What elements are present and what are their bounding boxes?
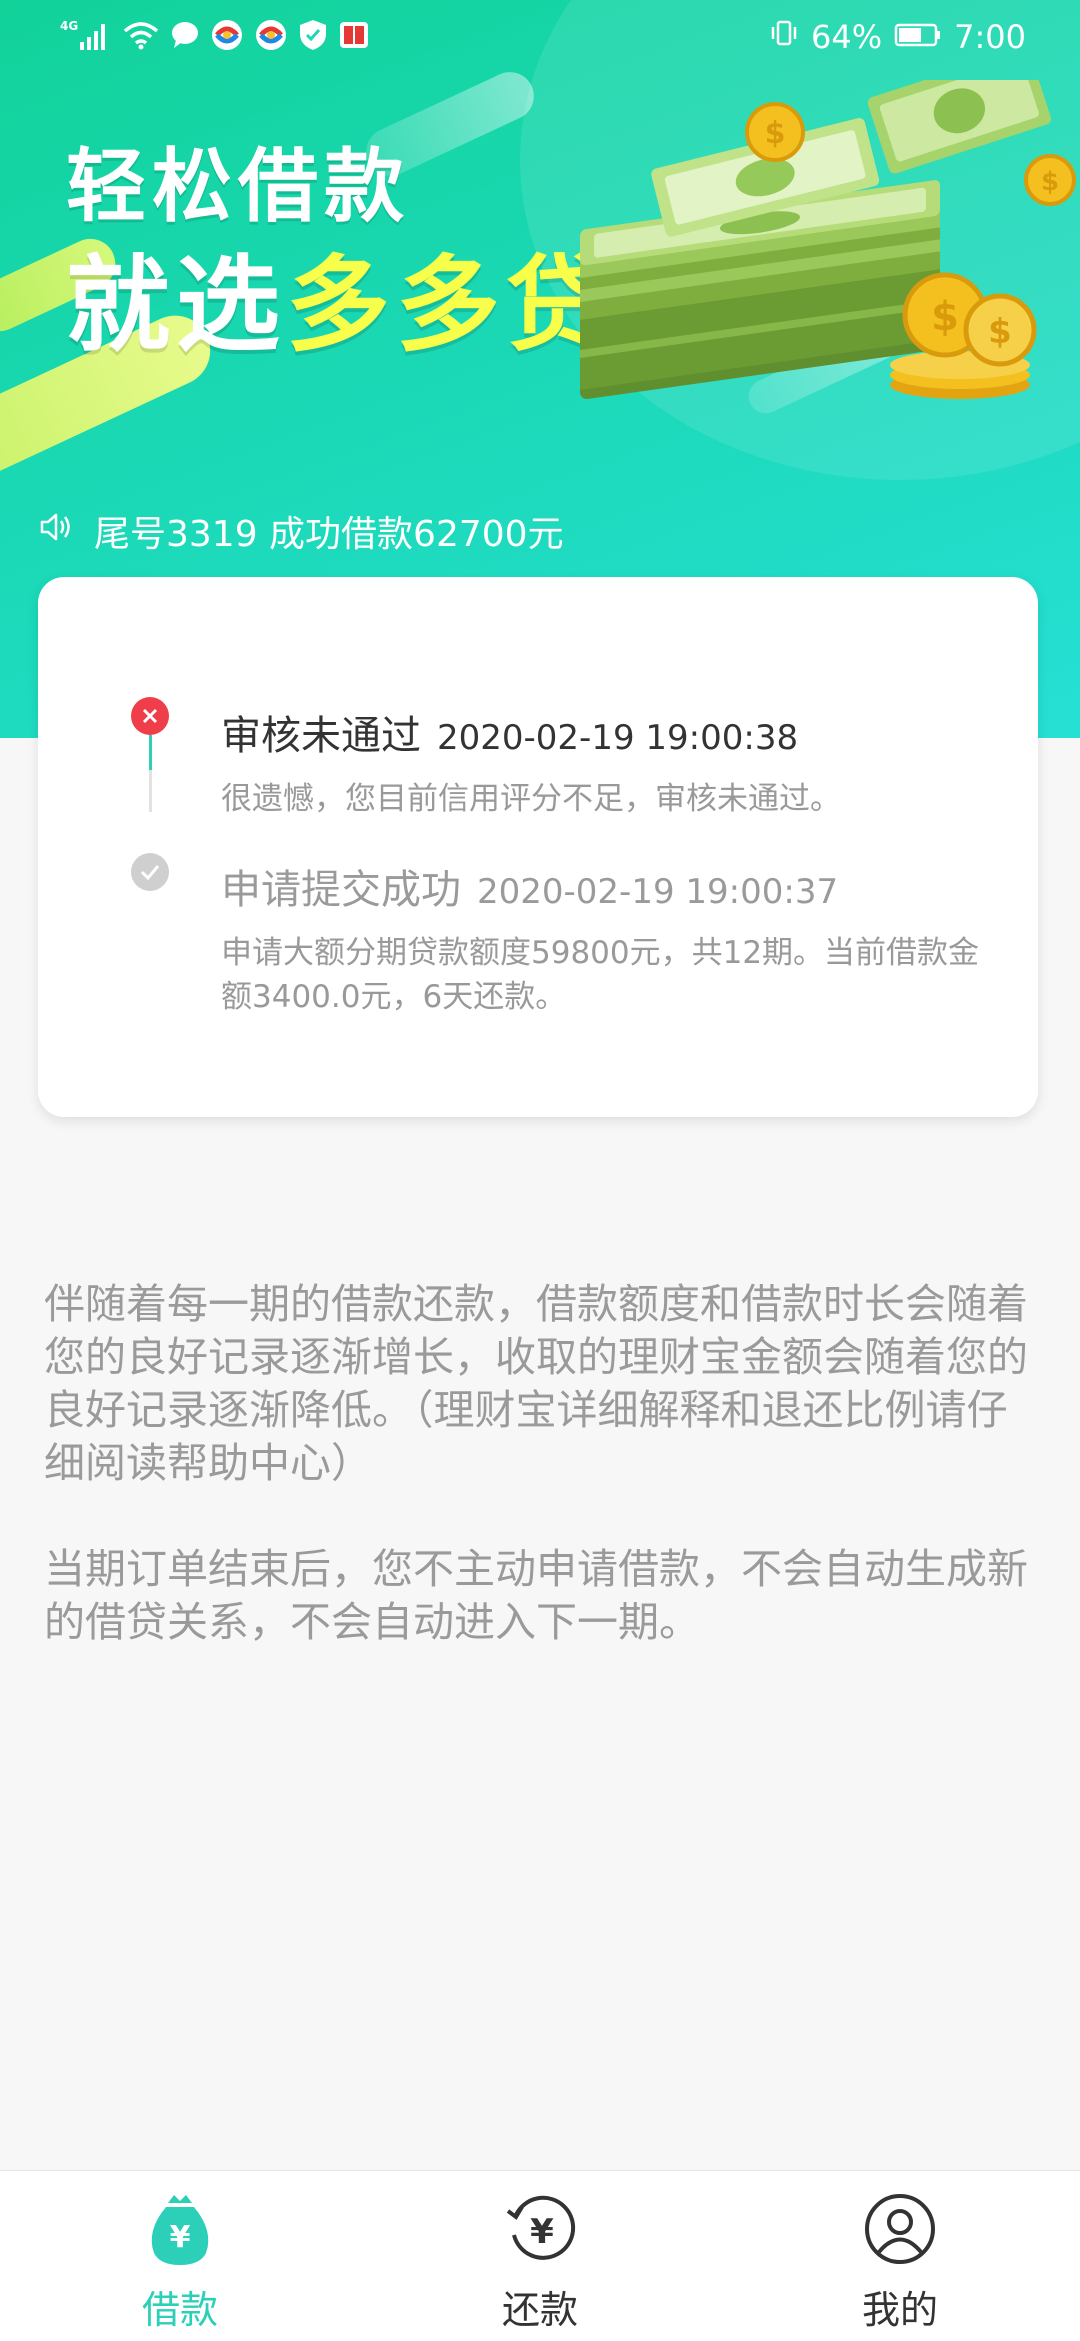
timeline-connector — [149, 770, 152, 812]
battery-percent: 64% — [811, 18, 883, 56]
message-icon — [170, 20, 200, 54]
shield-icon — [298, 18, 328, 56]
status-title: 审核未通过 — [221, 713, 421, 759]
status-timestamp: 2020-02-19 19:00:37 — [477, 872, 839, 912]
svg-text:$: $ — [931, 294, 959, 340]
status-bar-left: 4G — [60, 18, 370, 56]
svg-text:$: $ — [1041, 167, 1059, 197]
status-title: 申请提交成功 — [221, 867, 461, 913]
clock: 7:00 — [954, 18, 1026, 56]
status-description: 申请大额分期贷款额度59800元，共12期。当前借款金额3400.0元，6天还款… — [221, 935, 980, 1015]
loan-broadcast-text: 尾号3319 成功借款62700元 — [94, 514, 564, 555]
nav-label: 我的 — [861, 2288, 938, 2332]
svg-text:¥: ¥ — [530, 2212, 554, 2252]
battery-icon — [894, 18, 942, 56]
nav-label: 借款 — [141, 2288, 218, 2332]
timeline-connector — [149, 735, 152, 770]
check-icon — [131, 853, 169, 891]
vibrate-icon — [769, 18, 799, 56]
profile-icon — [862, 2191, 938, 2271]
speaker-icon — [38, 509, 74, 554]
status-bar: 4G 64% 7:00 — [0, 0, 1080, 80]
svg-text:$: $ — [765, 116, 786, 151]
app-notification-icon — [254, 18, 288, 56]
signal-icon: 4G — [60, 18, 112, 56]
loan-info-text: 伴随着每一期的借款还款，借款额度和借款时长会随着您的良好记录逐渐增长，收取的理财… — [44, 1278, 1044, 1702]
app-notification-icon — [210, 18, 244, 56]
book-icon — [338, 19, 370, 55]
nav-item-repay[interactable]: ¥ 还款 — [440, 2191, 640, 2334]
status-bar-right: 64% 7:00 — [769, 18, 1026, 56]
wifi-icon — [122, 20, 160, 54]
network-type: 4G — [60, 19, 78, 33]
money-stack-illustration: $ $ $ $ — [580, 80, 1076, 399]
loan-broadcast: 尾号3319 成功借款62700元 — [38, 505, 564, 557]
svg-text:$: $ — [988, 312, 1012, 352]
timeline-item-title: 申请提交成功 2020-02-19 19:00:37 — [221, 857, 838, 915]
repay-icon: ¥ — [502, 2191, 578, 2271]
nav-item-borrow[interactable]: ¥ 借款 — [80, 2191, 280, 2334]
info-paragraph: 伴随着每一期的借款还款，借款额度和借款时长会随着您的良好记录逐渐增长，收取的理财… — [44, 1280, 1028, 1487]
bottom-nav: ¥ 借款 ¥ 还款 我的 — [0, 2170, 1080, 2341]
money-bag-icon: ¥ — [144, 2191, 216, 2271]
hero-title-prefix: 就选 — [66, 244, 287, 366]
status-timestamp: 2020-02-19 19:00:38 — [437, 718, 799, 758]
nav-item-profile[interactable]: 我的 — [800, 2191, 1000, 2334]
timeline-item-title: 审核未通过 2020-02-19 19:00:38 — [221, 703, 798, 761]
status-description: 很遗憾，您目前信用评分不足，审核未通过。 — [221, 781, 841, 817]
svg-text:¥: ¥ — [170, 2220, 191, 2255]
rejected-status-icon — [131, 697, 169, 735]
nav-label: 还款 — [501, 2288, 578, 2332]
application-status-card: 审核未通过 2020-02-19 19:00:38 很遗憾，您目前信用评分不足，审… — [38, 577, 1038, 1117]
info-paragraph: 当期订单结束后，您不主动申请借款，不会自动生成新的借贷关系，不会自动进入下一期。 — [44, 1545, 1028, 1646]
hero-title-line2: 就选多多贷 — [66, 220, 616, 371]
